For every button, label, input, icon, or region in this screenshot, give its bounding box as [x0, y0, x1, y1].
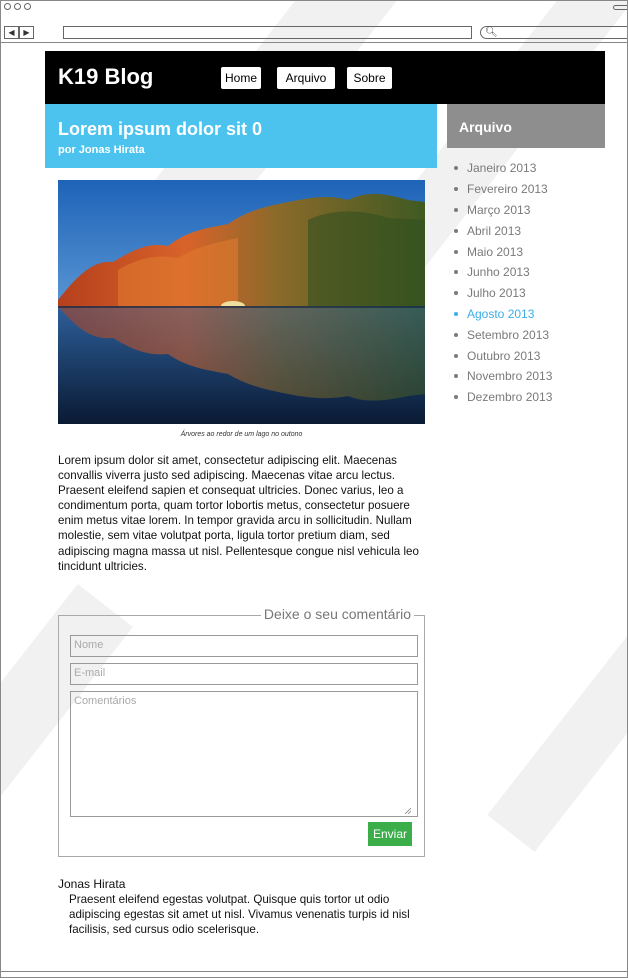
archive-item-label: Setembro 2013 — [467, 327, 550, 342]
archive-item-active[interactable]: Agosto 2013 — [454, 304, 552, 325]
comment-author: Jonas Hirata — [58, 877, 126, 891]
submit-button[interactable]: Enviar — [368, 822, 412, 846]
minimize-window-dot[interactable] — [14, 3, 21, 10]
archive-item-label: Dezembro 2013 — [467, 390, 553, 405]
archive-list: Janeiro 2013 Fevereiro 2013 Março 2013 A… — [454, 158, 552, 408]
photo-caption: Árvores ao redor de um lago no outono — [180, 431, 303, 438]
back-arrow-icon[interactable]: ◀ — [4, 26, 19, 39]
bullet-icon — [454, 353, 458, 358]
bullet-icon — [454, 332, 458, 337]
post-photo — [58, 180, 425, 424]
archive-item[interactable]: Março 2013 — [454, 200, 552, 221]
archive-item-label: Março 2013 — [467, 202, 531, 217]
forward-arrow-icon[interactable]: ▶ — [19, 26, 34, 39]
bullet-icon — [454, 291, 458, 296]
archive-item[interactable]: Novembro 2013 — [454, 366, 552, 387]
archive-item[interactable]: Setembro 2013 — [454, 324, 552, 345]
post-title[interactable]: Lorem ipsum dolor sit 0 — [58, 119, 262, 140]
browser-search-box[interactable]: 🔍︎ — [480, 26, 627, 39]
archive-item[interactable]: Junho 2013 — [454, 262, 552, 283]
bullet-icon — [454, 311, 458, 316]
browser-toolbar: ◀ ▶ 🔍︎ — [1, 13, 627, 43]
bullet-icon — [454, 207, 458, 212]
bullet-icon — [454, 166, 458, 171]
sidebar-title: Arquivo — [459, 119, 512, 135]
archive-item-label: Julho 2013 — [467, 286, 526, 301]
resize-handle-icon[interactable] — [405, 808, 411, 814]
comment-text: Praesent eleifend egestas volutpat. Quis… — [69, 893, 410, 937]
window-titlebar — [1, 1, 627, 13]
email-field[interactable]: E-mail — [70, 663, 418, 685]
archive-item[interactable]: Julho 2013 — [454, 283, 552, 304]
archive-item[interactable]: Dezembro 2013 — [454, 387, 552, 408]
archive-item[interactable]: Abril 2013 — [454, 220, 552, 241]
bullet-icon — [454, 249, 458, 254]
archive-item[interactable]: Outubro 2013 — [454, 345, 552, 366]
bullet-icon — [454, 374, 458, 379]
comments-textarea[interactable]: Comentários — [70, 691, 418, 817]
browser-window: ◀ ▶ 🔍︎ K19 Blog Home Arquivo Sobre Lorem… — [0, 0, 628, 978]
archive-item[interactable]: Fevereiro 2013 — [454, 179, 552, 200]
bullet-icon — [454, 395, 458, 400]
archive-item-label: Maio 2013 — [467, 244, 524, 259]
bullet-icon — [454, 228, 458, 233]
bullet-icon — [454, 270, 458, 275]
nav-sobre[interactable]: Sobre — [347, 67, 392, 89]
close-window-dot[interactable] — [4, 3, 11, 10]
zoom-window-dot[interactable] — [24, 3, 31, 10]
name-field[interactable]: Nome — [70, 635, 418, 657]
comment-form: Deixe o seu comentário Nome E-mail Comen… — [58, 606, 425, 857]
search-icon: 🔍︎ — [485, 27, 498, 38]
nav-arquivo[interactable]: Arquivo — [277, 67, 335, 89]
post-header: Lorem ipsum dolor sit 0 por Jonas Hirata — [45, 104, 437, 168]
bullet-icon — [454, 187, 458, 192]
sidebar-header: Arquivo — [447, 104, 605, 148]
archive-item-label: Novembro 2013 — [467, 369, 553, 384]
archive-item[interactable]: Maio 2013 — [454, 241, 552, 262]
blog-header: K19 Blog Home Arquivo Sobre — [45, 51, 605, 104]
window-bottom-border — [1, 971, 627, 972]
archive-item-label: Fevereiro 2013 — [467, 182, 548, 197]
comment-form-legend: Deixe o seu comentário — [260, 606, 414, 622]
post-body: Lorem ipsum dolor sit amet, consectetur … — [58, 454, 419, 573]
address-bar[interactable] — [63, 26, 472, 39]
nav-home[interactable]: Home — [221, 67, 261, 89]
archive-item-label: Junho 2013 — [467, 265, 530, 280]
archive-item-label: Outubro 2013 — [467, 348, 541, 363]
post-author: por Jonas Hirata — [58, 144, 145, 156]
toolbar-toggle[interactable] — [613, 5, 627, 10]
blog-logo[interactable]: K19 Blog — [58, 64, 153, 90]
autumn-lake-image — [58, 180, 425, 424]
archive-item-label: Agosto 2013 — [467, 306, 535, 321]
archive-item-label: Janeiro 2013 — [467, 161, 537, 176]
archive-item[interactable]: Janeiro 2013 — [454, 158, 552, 179]
archive-item-label: Abril 2013 — [467, 223, 522, 238]
